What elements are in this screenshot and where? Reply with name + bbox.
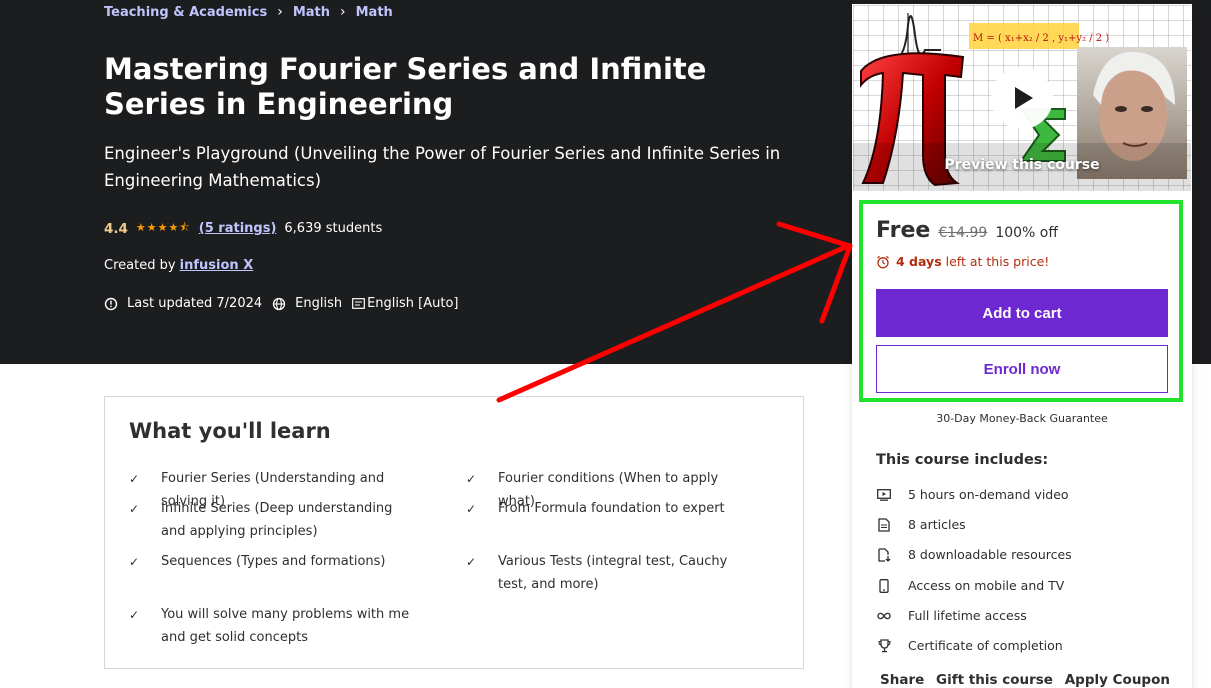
star-rating-icon: ★★★★⯪ [135,221,191,234]
discount-percent: 100% off [995,225,1058,241]
captions-text: English [Auto] [367,296,459,311]
include-item: 8 articles [876,517,966,532]
alert-badge-icon [104,297,118,310]
include-item: Access on mobile and TV [876,578,1064,593]
include-item-text: Certificate of completion [908,638,1063,653]
check-icon: ✓ [466,502,477,516]
rating-row: 4.4 ★★★★⯪ (5 ratings) 6,639 students [104,219,382,238]
chevron-right-icon: › [340,4,346,20]
learn-item-text: You will solve many problems with me and… [161,607,410,645]
timer-text: left at this price! [945,254,1050,269]
what-you-learn-box: What you'll learn ✓ Fourier Series (Unde… [104,396,804,669]
money-back-guarantee: 30-Day Money-Back Guarantee [936,412,1108,425]
add-to-cart-button[interactable]: Add to cart [876,289,1168,337]
infinity-icon [876,612,892,620]
course-subtitle: Engineer's Playground (Unveiling the Pow… [104,144,781,190]
what-you-learn-title: What you'll learn [129,419,331,443]
learn-item: ✓ Various Tests (integral test, Cauchy t… [466,551,756,596]
include-item-text: 8 articles [908,517,966,532]
preview-formula: M = ( x₁+x₂ / 2 , y₁+y₂ / 2 ) [973,33,1109,44]
check-icon: ✓ [129,502,140,516]
include-item-text: Full lifetime access [908,608,1027,623]
check-icon: ✓ [129,472,140,486]
download-file-icon [876,547,892,562]
learn-item: ✓ Sequences (Types and formations) [129,551,419,574]
learn-item: ✓ You will solve many problems with me a… [129,604,419,649]
chevron-right-icon: › [277,4,283,20]
include-item-text: Access on mobile and TV [908,578,1065,593]
language-text: English [295,296,343,311]
include-item-text: 5 hours on-demand video [908,487,1069,502]
created-by-label: Created by [104,258,176,273]
share-button[interactable]: Share [880,672,924,688]
breadcrumb-math[interactable]: Math [293,5,330,20]
include-item: 8 downloadable resources [876,547,1072,562]
students-count: 6,639 students [284,221,383,236]
price-row: Free €14.99 100% off [876,218,1058,243]
includes-title: This course includes: [876,452,1049,468]
course-meta: Last updated 7/2024 English English [Aut… [104,296,469,311]
article-icon [876,517,892,532]
last-updated-text: Last updated 7/2024 [127,296,263,311]
trophy-icon [876,638,892,653]
video-icon [876,488,892,501]
mobile-icon [876,578,892,593]
check-icon: ✓ [466,555,477,569]
course-title: Mastering Fourier Series and Infinite Se… [104,52,707,121]
timer-days: 4 days [896,254,942,269]
include-item-text: 8 downloadable resources [908,547,1072,562]
learn-item-text: Sequences (Types and formations) [161,554,386,569]
learn-item-text: Various Tests (integral test, Cauchy tes… [498,554,728,592]
check-icon: ✓ [129,608,140,622]
created-by: Created by infusion X [104,258,253,273]
preview-course-label[interactable]: Preview this course [853,157,1191,173]
course-preview[interactable]: M = ( x₁+x₂ / 2 , y₁+y₂ / 2 ) Preview th… [853,5,1191,191]
check-icon: ✓ [129,555,140,569]
price-timer: 4 days left at this price! [876,254,1049,269]
rating-value: 4.4 [104,220,128,237]
check-icon: ✓ [466,472,477,486]
learn-item: ✓ From Formula foundation to expert [466,498,756,521]
globe-icon [272,297,286,310]
current-price: Free [876,218,931,243]
alarm-clock-icon [877,255,889,268]
learn-item-text: From Formula foundation to expert [498,501,725,516]
captions-icon [352,298,365,309]
breadcrumb: Teaching & Academics › Math › Math [104,4,393,20]
gift-course-button[interactable]: Gift this course [936,672,1053,688]
include-item: Full lifetime access [876,608,1027,623]
apply-coupon-button[interactable]: Apply Coupon [1065,672,1170,688]
sidebar-actions: Share Gift this course Apply Coupon [880,672,1170,688]
include-item: Certificate of completion [876,638,1063,653]
include-item: 5 hours on-demand video [876,487,1069,502]
learn-item-text: Infinite Series (Deep understanding and … [161,501,393,539]
original-price: €14.99 [938,225,988,241]
learn-item: ✓ Infinite Series (Deep understanding an… [129,498,419,543]
captions: English [Auto] [352,296,459,311]
breadcrumb-math-sub[interactable]: Math [356,5,393,20]
breadcrumb-teaching-academics[interactable]: Teaching & Academics [104,5,267,20]
enroll-now-button[interactable]: Enroll now [876,345,1168,393]
ratings-count-link[interactable]: (5 ratings) [199,221,277,236]
instructor-link[interactable]: infusion X [180,258,254,273]
language: English [272,296,342,311]
last-updated: Last updated 7/2024 [104,296,262,311]
